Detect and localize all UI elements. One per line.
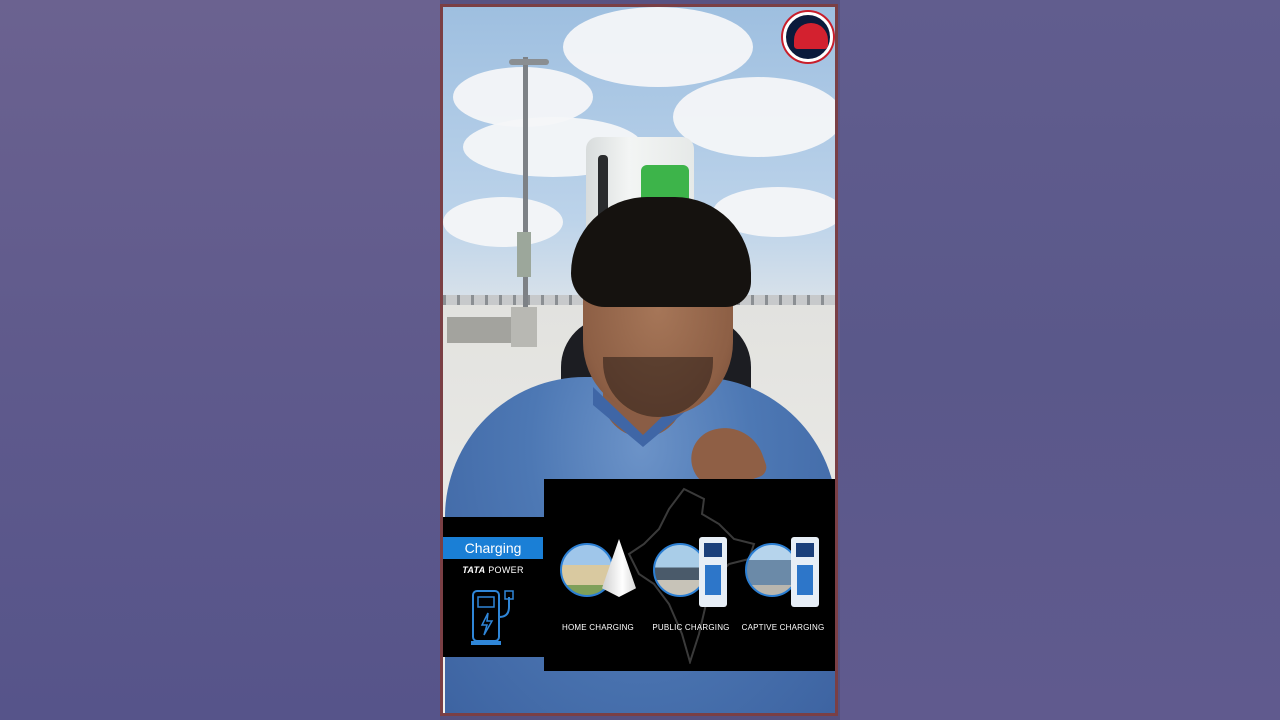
light-pole-base (511, 307, 537, 347)
light-pole (523, 57, 528, 317)
blurred-background-right (840, 0, 1280, 720)
light-pole-box (517, 232, 531, 277)
public-charging-label: PUBLIC CHARGING (652, 623, 730, 632)
captive-charging-label: CAPTIVE CHARGING (741, 623, 825, 632)
light-pole-head (509, 59, 549, 65)
channel-logo-icon (783, 12, 833, 62)
blurred-background-left (0, 0, 440, 720)
brand-bold: TATA (462, 565, 486, 575)
bench (447, 317, 511, 343)
public-charging-item: PUBLIC CHARGING (647, 537, 733, 657)
ev-charger-icon (471, 590, 514, 645)
charging-types-panel: HOME CHARGING PUBLIC CHARGING CAPTIVE CH… (544, 479, 835, 671)
home-charging-label: HOME CHARGING (562, 623, 634, 632)
charging-kiosk-icon (791, 537, 819, 607)
cloud (673, 77, 835, 157)
video-frame[interactable]: Charging TATA POWER HOME CHARGING PUBLIC… (440, 4, 838, 716)
charging-label: Charging (443, 537, 543, 559)
charging-kiosk-icon (699, 537, 727, 607)
video-scene: Charging TATA POWER HOME CHARGING PUBLIC… (443, 7, 835, 713)
home-charging-item: HOME CHARGING (554, 537, 640, 657)
brand-label: TATA POWER (443, 565, 543, 575)
cloud (563, 7, 753, 87)
logo-arc (794, 23, 828, 49)
brand-light: POWER (488, 565, 524, 575)
cloud (443, 197, 563, 247)
captive-charging-item: CAPTIVE CHARGING (739, 537, 825, 657)
charging-info-panel: Charging TATA POWER (443, 517, 547, 657)
